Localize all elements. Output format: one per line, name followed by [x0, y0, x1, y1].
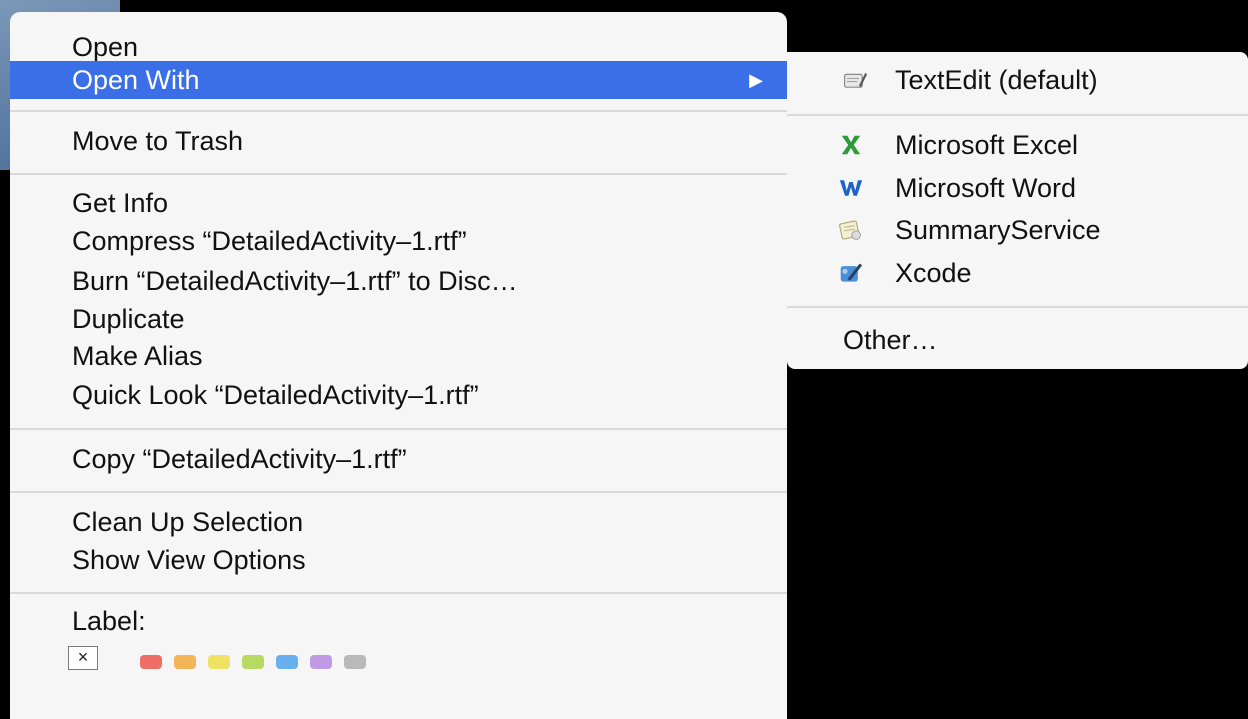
menu-item-label: Compress “DetailedActivity–1.rtf”: [72, 226, 467, 256]
submenu-item-label: Microsoft Word: [895, 173, 1077, 203]
menu-item-label: Move to Trash: [72, 126, 244, 156]
menu-item-get-info[interactable]: Get Info: [10, 184, 787, 222]
menu-separator: [10, 592, 787, 594]
menu-item-label: Duplicate: [72, 304, 185, 334]
menu-item-move-to-trash[interactable]: Move to Trash: [10, 122, 787, 160]
menu-item-duplicate[interactable]: Duplicate: [10, 300, 787, 338]
submenu-item-label: Microsoft Excel: [895, 130, 1079, 160]
label-blue-swatch[interactable]: [276, 655, 298, 669]
summaryservice-icon: [839, 218, 863, 242]
submenu-item-label: Xcode: [895, 258, 972, 288]
menu-item-label: Copy “DetailedActivity–1.rtf”: [72, 444, 407, 474]
submenu-item-summaryservice[interactable]: SummaryService: [787, 210, 1248, 250]
submenu-item-xcode[interactable]: Xcode: [787, 253, 1248, 293]
label-red-swatch[interactable]: [140, 655, 162, 669]
label-none-button[interactable]: ×: [68, 646, 98, 670]
word-icon: [839, 176, 863, 200]
menu-item-clean-up-selection[interactable]: Clean Up Selection: [10, 503, 787, 541]
menu-separator: [10, 110, 787, 112]
context-menu: Open Open With ▶ Move to Trash Get Info …: [10, 12, 787, 719]
submenu-item-word[interactable]: Microsoft Word: [787, 168, 1248, 208]
menu-item-copy[interactable]: Copy “DetailedActivity–1.rtf”: [10, 440, 787, 478]
xcode-icon: [839, 261, 863, 285]
submenu-item-textedit[interactable]: TextEdit (default): [787, 60, 1248, 100]
menu-item-label: Quick Look “DetailedActivity–1.rtf”: [72, 380, 479, 410]
submenu-item-label: Other…: [843, 325, 938, 355]
menu-item-label: Burn “DetailedActivity–1.rtf” to Disc…: [72, 266, 518, 296]
label-orange-swatch[interactable]: [174, 655, 196, 669]
open-with-submenu: TextEdit (default) Microsoft Excel Micro…: [787, 52, 1248, 369]
label-yellow-swatch[interactable]: [208, 655, 230, 669]
menu-item-label-heading: Label:: [10, 602, 787, 640]
menu-item-compress[interactable]: Compress “DetailedActivity–1.rtf”: [10, 222, 787, 260]
label-gray-swatch[interactable]: [344, 655, 366, 669]
label-green-swatch[interactable]: [242, 655, 264, 669]
menu-item-label: Label:: [72, 606, 146, 636]
submenu-item-other[interactable]: Other…: [787, 320, 1248, 360]
menu-item-label: Open: [72, 32, 139, 62]
menu-separator: [10, 428, 787, 430]
submenu-item-label: SummaryService: [895, 215, 1101, 245]
menu-item-quick-look[interactable]: Quick Look “DetailedActivity–1.rtf”: [10, 376, 787, 414]
submenu-separator: [787, 114, 1248, 116]
menu-separator: [10, 491, 787, 493]
menu-item-burn-to-disc[interactable]: Burn “DetailedActivity–1.rtf” to Disc…: [10, 262, 787, 300]
menu-separator: [10, 173, 787, 175]
submenu-item-label: TextEdit (default): [895, 65, 1098, 95]
textedit-icon: [843, 68, 867, 92]
label-purple-swatch[interactable]: [310, 655, 332, 669]
excel-icon: [839, 133, 863, 157]
menu-item-label: Clean Up Selection: [72, 507, 304, 537]
menu-item-make-alias[interactable]: Make Alias: [10, 337, 787, 375]
menu-item-label: Open With: [72, 65, 200, 95]
menu-item-label: Show View Options: [72, 545, 306, 575]
menu-item-open-with[interactable]: Open With ▶: [10, 61, 787, 99]
menu-item-show-view-options[interactable]: Show View Options: [10, 541, 787, 579]
submenu-item-excel[interactable]: Microsoft Excel: [787, 125, 1248, 165]
menu-item-label: Make Alias: [72, 341, 203, 371]
menu-item-label: Get Info: [72, 188, 169, 218]
submenu-arrow-icon: ▶: [749, 70, 763, 90]
submenu-separator: [787, 306, 1248, 308]
